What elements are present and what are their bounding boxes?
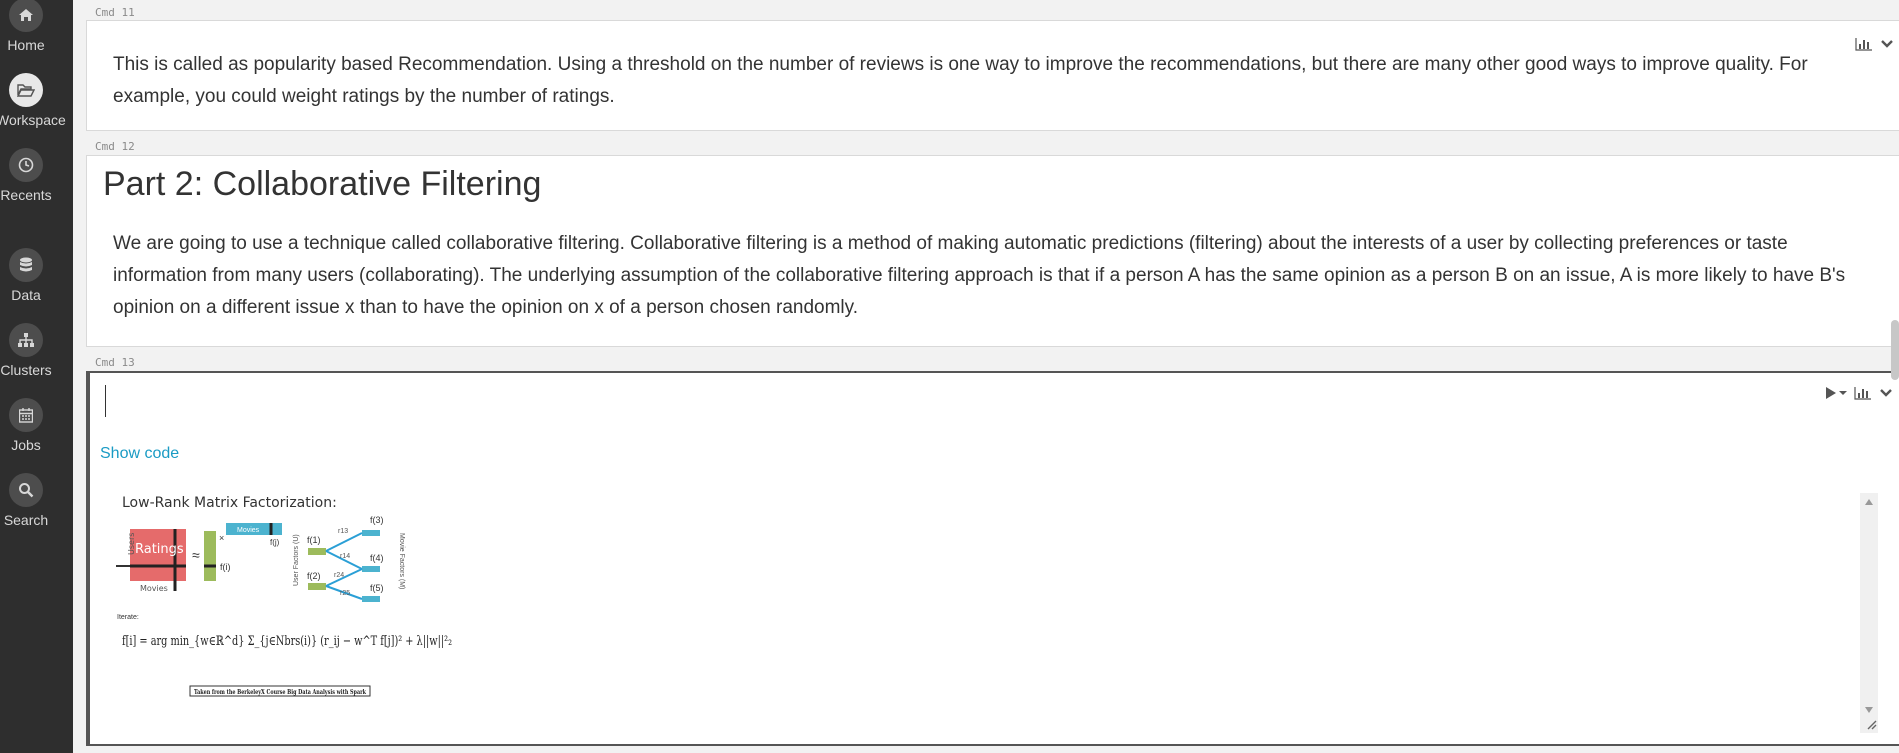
nav-data[interactable]: Data xyxy=(0,248,52,303)
section-heading: Part 2: Collaborative Filtering xyxy=(103,165,542,203)
search-icon xyxy=(9,473,43,507)
edge-label-r13: r13 xyxy=(338,528,348,535)
user-node-1 xyxy=(308,548,326,555)
nav-clusters[interactable]: Clusters xyxy=(0,323,52,378)
markdown-paragraph: This is called as popularity based Recom… xyxy=(113,54,1808,107)
times-symbol: × xyxy=(219,533,224,543)
f-j-label: f(j) xyxy=(270,538,280,547)
nav-clusters-label: Clusters xyxy=(0,362,52,378)
home-icon xyxy=(9,0,43,32)
cell-output-frame: Low-Rank Matrix Factorization: Ratings U… xyxy=(100,493,1878,733)
edge-label-r24: r24 xyxy=(334,572,344,579)
folder-open-icon xyxy=(9,73,43,107)
iterate-label: Iterate: xyxy=(117,614,139,621)
cell-toolbar xyxy=(1825,386,1899,400)
chevron-down-icon[interactable] xyxy=(1879,388,1893,398)
movie-factors-label: Movie Factors (M) xyxy=(398,533,405,589)
movie-node-4 xyxy=(362,566,380,572)
output-scrollbar[interactable] xyxy=(1860,493,1878,733)
nav-data-label: Data xyxy=(11,287,41,303)
cmd-label: Cmd 13 xyxy=(95,356,135,369)
user-factor-column xyxy=(204,531,216,581)
code-cursor[interactable] xyxy=(105,385,106,417)
code-cell-cmd13[interactable]: Show code Low-Rank Matrix Factorization:… xyxy=(86,371,1899,746)
movies-label: Movies xyxy=(140,584,168,593)
ratings-label: Ratings xyxy=(135,542,184,557)
nav-recents-label: Recents xyxy=(0,187,52,203)
nav-recents[interactable]: Recents xyxy=(0,148,52,203)
left-nav-sidebar: Home Workspace Recents Data Clusters Job… xyxy=(0,0,73,753)
show-code-link[interactable]: Show code xyxy=(100,445,179,463)
node-label-f2: f(2) xyxy=(307,571,321,581)
nav-workspace-label: Workspace xyxy=(0,112,66,128)
figure-title: Low-Rank Matrix Factorization: xyxy=(122,495,337,511)
f-i-label: f(i) xyxy=(220,562,231,572)
user-node-2 xyxy=(308,583,326,590)
nav-home-label: Home xyxy=(7,37,45,53)
edge-label-r25: r25 xyxy=(340,590,350,597)
nav-search-label: Search xyxy=(3,512,49,528)
nav-search[interactable]: Search xyxy=(0,473,52,528)
movie-node-5 xyxy=(362,596,380,602)
chart-icon[interactable] xyxy=(1854,386,1872,400)
update-formula: f[i] = arg min_{w∈ℝ^d} Σ_{j∈Nbrs(i)} (r_… xyxy=(122,634,452,649)
figure-credit: Taken from the BerkeleyX Course Big Data… xyxy=(194,688,366,696)
run-cell-icon[interactable] xyxy=(1825,386,1847,400)
nav-jobs[interactable]: Jobs xyxy=(0,398,52,453)
markdown-cell-cmd11[interactable]: This is called as popularity based Recom… xyxy=(86,20,1899,131)
node-label-f1: f(1) xyxy=(307,535,321,545)
node-label-f5: f(5) xyxy=(370,583,384,593)
node-label-f4: f(4) xyxy=(370,553,384,563)
node-label-f3: f(3) xyxy=(370,515,384,525)
cmd-label: Cmd 11 xyxy=(95,6,135,19)
cmd-label: Cmd 12 xyxy=(95,140,135,153)
approx-symbol: ≈ xyxy=(192,547,200,563)
markdown-paragraph: We are going to use a technique called c… xyxy=(113,233,1846,318)
matrix-factorization-figure: Low-Rank Matrix Factorization: Ratings U… xyxy=(116,495,452,697)
movie-node-3 xyxy=(362,530,380,536)
chevron-down-icon[interactable] xyxy=(1880,39,1894,49)
nav-jobs-label: Jobs xyxy=(11,437,41,453)
clock-icon xyxy=(9,148,43,182)
calendar-icon xyxy=(9,398,43,432)
nav-workspace[interactable]: Workspace xyxy=(0,73,66,128)
page-scrollbar-thumb[interactable] xyxy=(1891,320,1899,380)
notebook-main: Cmd 11 This is called as popularity base… xyxy=(73,0,1899,753)
nav-home[interactable]: Home xyxy=(0,0,52,53)
sitemap-icon xyxy=(9,323,43,357)
users-label: Users xyxy=(127,533,136,555)
movies-bar-label: Movies xyxy=(237,527,260,534)
user-factors-label: User Factors (U) xyxy=(293,534,300,586)
markdown-cell-cmd12[interactable]: Part 2: Collaborative Filtering We are g… xyxy=(86,155,1899,347)
database-icon xyxy=(9,248,43,282)
edge-label-r14: r14 xyxy=(340,553,350,560)
